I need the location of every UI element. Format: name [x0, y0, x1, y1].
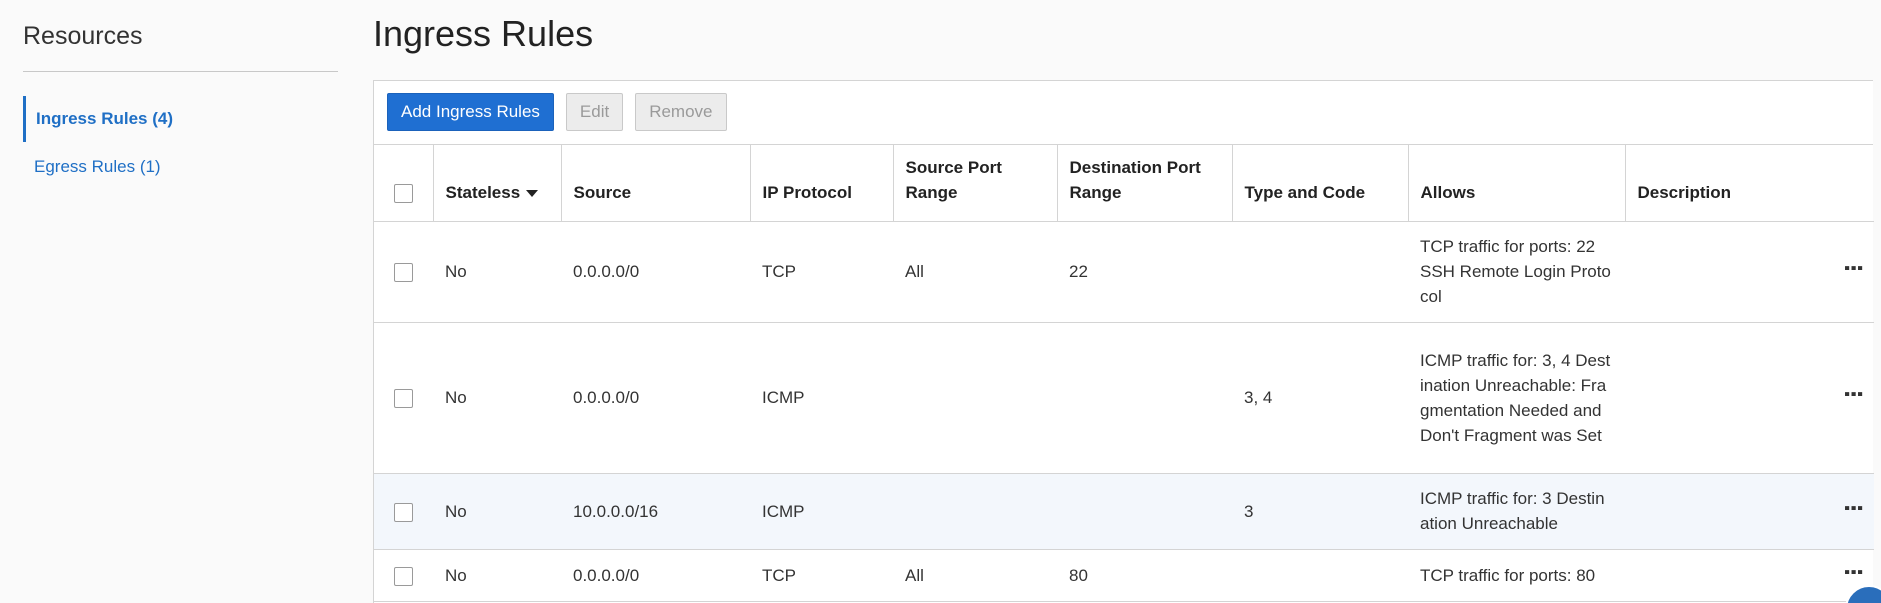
add-ingress-rules-button[interactable]: Add Ingress Rules — [387, 93, 554, 131]
cell-allows: TCP traffic for ports: 22 SSH Remote Log… — [1408, 221, 1625, 323]
ingress-rules-table: Stateless Source IP Protocol Source Port… — [374, 145, 1874, 602]
cell-source: 0.0.0.0/0 — [561, 221, 750, 323]
cell-destination-port-range — [1057, 322, 1232, 474]
row-actions-cell: ⋮ — [1625, 221, 1874, 323]
ingress-rules-panel: Add Ingress Rules Edit Remove Stateless … — [373, 80, 1874, 603]
cell-stateless: No — [433, 549, 561, 602]
cell-type-and-code: 3 — [1232, 473, 1408, 550]
row-checkbox[interactable] — [394, 389, 413, 409]
select-all-cell — [374, 145, 434, 222]
cell-source-port-range: All — [893, 221, 1057, 323]
cell-source: 10.0.0.0/16 — [561, 473, 750, 550]
cell-allows: ICMP traffic for: 3, 4 Destination Unrea… — [1408, 322, 1625, 474]
select-all-checkbox[interactable] — [394, 183, 413, 203]
sidebar-item-ingress-rules[interactable]: Ingress Rules (4) — [23, 96, 338, 142]
cell-ip-protocol: TCP — [750, 549, 893, 602]
row-actions-cell: ⋮ — [1625, 473, 1874, 550]
table-row: No 0.0.0.0/0 ICMP 3, 4 ICMP traffic for:… — [374, 322, 1874, 474]
row-select-cell — [374, 473, 433, 550]
column-header-stateless[interactable]: Stateless — [433, 145, 562, 222]
table-row: No 10.0.0.0/16 ICMP 3 ICMP traffic for: … — [374, 473, 1874, 550]
sidebar-nav: Ingress Rules (4) Egress Rules (1) — [23, 96, 338, 187]
sidebar-title: Resources — [23, 0, 338, 72]
row-checkbox[interactable] — [394, 502, 413, 522]
row-checkbox[interactable] — [394, 263, 413, 283]
column-header-source-port-range: Source Port Range — [893, 145, 1058, 222]
cell-stateless: No — [433, 473, 561, 550]
kebab-menu-icon[interactable]: ⋮ — [1841, 497, 1866, 519]
cell-source-port-range — [893, 473, 1057, 550]
row-actions-cell: ⋮ — [1625, 549, 1874, 602]
cell-destination-port-range: 80 — [1057, 549, 1232, 602]
sort-desc-icon — [526, 189, 539, 197]
table-row: No 0.0.0.0/0 TCP All 80 TCP traffic for … — [374, 549, 1874, 602]
cell-ip-protocol: ICMP — [750, 322, 893, 474]
row-select-cell — [374, 322, 433, 474]
kebab-menu-icon[interactable]: ⋮ — [1841, 383, 1866, 405]
cell-destination-port-range: 22 — [1057, 221, 1232, 323]
table-row: No 0.0.0.0/0 TCP All 22 TCP traffic for … — [374, 221, 1874, 323]
column-header-ip-protocol: IP Protocol — [750, 145, 894, 222]
toolbar: Add Ingress Rules Edit Remove — [374, 81, 1873, 145]
page-title: Ingress Rules — [373, 13, 594, 54]
cell-ip-protocol: TCP — [750, 221, 893, 323]
cell-source: 0.0.0.0/0 — [561, 549, 750, 602]
column-header-allows: Allows — [1408, 145, 1626, 222]
column-header-type-and-code: Type and Code — [1232, 145, 1409, 222]
row-select-cell — [374, 549, 433, 602]
cell-source-port-range: All — [893, 549, 1057, 602]
kebab-menu-icon[interactable]: ⋮ — [1841, 561, 1866, 583]
cell-allows: ICMP traffic for: 3 Destination Unreacha… — [1408, 473, 1625, 550]
row-actions-cell: ⋮ — [1625, 322, 1874, 474]
cell-stateless: No — [433, 322, 561, 474]
remove-button[interactable]: Remove — [635, 93, 727, 131]
table-header-row: Stateless Source IP Protocol Source Port… — [374, 145, 1874, 222]
cell-stateless: No — [433, 221, 561, 323]
cell-allows: TCP traffic for ports: 80 — [1408, 549, 1625, 602]
cell-ip-protocol: ICMP — [750, 473, 893, 550]
column-header-source: Source — [561, 145, 751, 222]
cell-source-port-range — [893, 322, 1057, 474]
column-header-destination-port-range: Destination Port Range — [1057, 145, 1233, 222]
cell-type-and-code — [1232, 549, 1408, 602]
sidebar-item-egress-rules[interactable]: Egress Rules (1) — [23, 147, 338, 187]
cell-type-and-code — [1232, 221, 1408, 323]
column-label: Stateless — [445, 182, 521, 202]
sidebar: Resources Ingress Rules (4) Egress Rules… — [23, 0, 338, 192]
edit-button[interactable]: Edit — [565, 93, 624, 131]
cell-source: 0.0.0.0/0 — [561, 322, 750, 474]
kebab-menu-icon[interactable]: ⋮ — [1841, 257, 1866, 279]
cell-type-and-code: 3, 4 — [1232, 322, 1408, 474]
row-checkbox[interactable] — [394, 566, 413, 586]
column-header-description: Description — [1625, 145, 1874, 222]
row-select-cell — [374, 221, 433, 323]
cell-destination-port-range — [1057, 473, 1232, 550]
